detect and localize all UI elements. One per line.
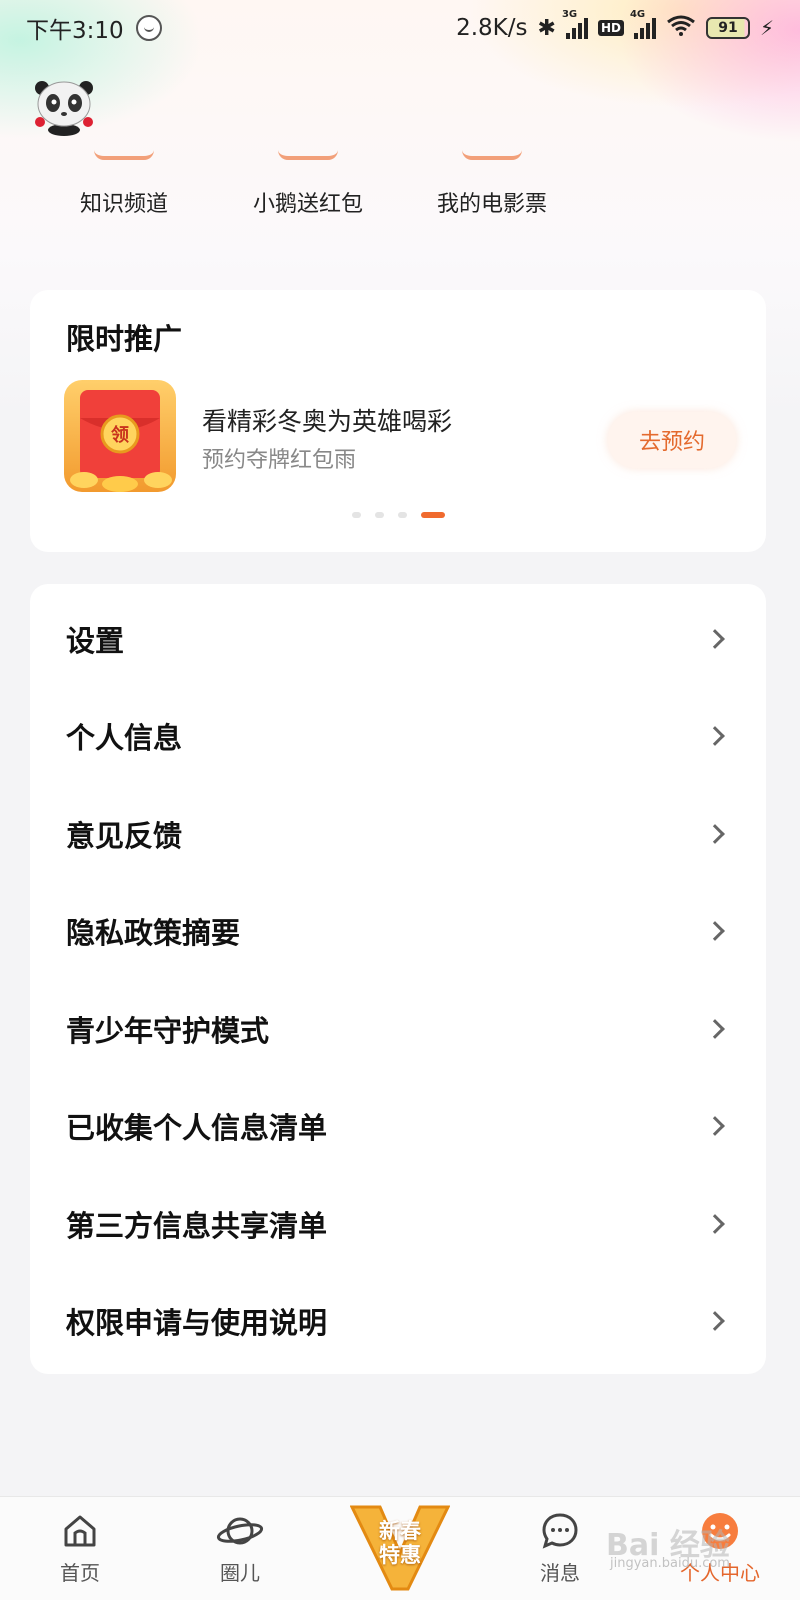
chevron-right-icon: [705, 921, 725, 942]
new-year-deal-line2: 特惠: [379, 1543, 421, 1567]
promo-section-title: 限时推广: [66, 322, 183, 356]
hd-icon: HD: [597, 20, 624, 36]
quick-action-label: 知识频道: [79, 192, 168, 217]
quick-action-red-packet[interactable]: 小鹅送红包: [218, 140, 398, 218]
wifi-icon: [666, 14, 696, 42]
panda-avatar-icon: [35, 81, 93, 136]
carousel-dot[interactable]: [352, 512, 361, 518]
chevron-right-icon: [705, 628, 725, 649]
home-icon: [64, 1515, 96, 1547]
nav-circle[interactable]: 圈儿: [180, 1511, 300, 1586]
quick-actions: 知识频道 小鹅送红包 我的电影票: [0, 140, 800, 230]
menu-item-label: 意见反馈: [66, 818, 183, 853]
quick-action-label: 小鹅送红包: [252, 192, 363, 217]
status-indicators: 2.8K/s ✱ 3G HD 4G 91 ⚡: [456, 9, 774, 42]
chevron-right-icon: [705, 1213, 725, 1234]
menu-item-label: 权限申请与使用说明: [66, 1306, 328, 1341]
menu-item-collected-info-list[interactable]: 已收集个人信息清单: [30, 1078, 766, 1176]
nav-label: 消息: [540, 1561, 580, 1585]
new-year-deal-button[interactable]: 新春 特惠: [349, 1503, 451, 1593]
signal-3g-icon: 3G: [562, 9, 588, 39]
knowledge-channel-icon: [94, 140, 154, 160]
red-envelope-icon: 领: [64, 380, 176, 492]
menu-item-feedback[interactable]: 意见反馈: [30, 785, 766, 883]
menu-item-permissions[interactable]: 权限申请与使用说明: [30, 1273, 766, 1371]
bluetooth-icon: ✱: [537, 15, 556, 41]
battery-icon: 91: [705, 17, 750, 39]
chevron-right-icon: [705, 1018, 725, 1039]
avatar[interactable]: [32, 76, 96, 136]
menu-item-label: 青少年守护模式: [66, 1013, 270, 1048]
signal-3g-label: 3G: [561, 9, 578, 20]
network-speed: 2.8K/s: [456, 15, 528, 41]
quick-action-label: 我的电影票: [436, 192, 547, 217]
reserve-button[interactable]: 去预约: [608, 412, 736, 468]
carousel-dot-active[interactable]: [421, 512, 445, 518]
promo-card: 限时推广 领 看精彩冬奥为英雄喝彩 预约夺牌红包雨 去预约: [30, 290, 766, 552]
nav-home[interactable]: 首页: [20, 1511, 140, 1586]
planet-icon: [216, 1517, 264, 1545]
menu-item-label: 个人信息: [66, 721, 183, 756]
menu-item-label: 已收集个人信息清单: [66, 1111, 328, 1146]
new-year-deal-label: 新春 特惠: [360, 1519, 440, 1567]
promo-image[interactable]: 领: [64, 380, 176, 492]
menu-item-teen-mode[interactable]: 青少年守护模式: [30, 980, 766, 1078]
menu-item-personal-info[interactable]: 个人信息: [30, 688, 766, 786]
carousel-indicator: [352, 512, 445, 518]
chevron-right-icon: [705, 1311, 725, 1332]
menu-item-label: 隐私政策摘要: [66, 916, 241, 951]
menu-item-settings[interactable]: 设置: [30, 590, 766, 688]
carousel-dot[interactable]: [375, 512, 384, 518]
nav-label: 首页: [60, 1561, 100, 1585]
movie-ticket-icon: [462, 140, 522, 160]
nav-label: 圈儿: [220, 1561, 260, 1585]
charging-icon: ⚡: [759, 16, 774, 40]
chevron-right-icon: [705, 726, 725, 747]
new-year-deal-line1: 新春: [379, 1519, 421, 1543]
promo-subtitle: 预约夺牌红包雨: [202, 448, 357, 473]
app-notification-icon: [135, 15, 162, 41]
signal-4g-icon: 4G: [630, 9, 656, 39]
nav-messages[interactable]: 消息: [500, 1511, 620, 1586]
chevron-right-icon: [705, 823, 725, 844]
message-icon: [542, 1513, 578, 1549]
menu-item-privacy-summary[interactable]: 隐私政策摘要: [30, 883, 766, 981]
status-bar: 下午3:10 2.8K/s ✱ 3G HD 4G 91 ⚡: [0, 0, 800, 56]
chevron-right-icon: [705, 1116, 725, 1137]
promo-headline: 看精彩冬奥为英雄喝彩: [202, 407, 453, 436]
quick-action-movie-tickets[interactable]: 我的电影票: [402, 140, 582, 218]
carousel-dot[interactable]: [398, 512, 407, 518]
menu-item-third-party-sharing[interactable]: 第三方信息共享清单: [30, 1175, 766, 1273]
status-time: 下午3:10: [26, 18, 124, 44]
red-packet-icon: [278, 140, 338, 160]
menu-item-label: 第三方信息共享清单: [66, 1208, 328, 1243]
menu-item-label: 设置: [66, 623, 125, 658]
watermark-sub: jingyan.baidu.com: [610, 1556, 730, 1571]
signal-4g-label: 4G: [629, 9, 646, 20]
menu-list: 设置 个人信息 意见反馈 隐私政策摘要 青少年守护模式 已收集个人信息清单 第三…: [30, 584, 766, 1374]
promo-image-badge: 领: [111, 424, 129, 446]
quick-action-knowledge[interactable]: 知识频道: [34, 140, 214, 218]
